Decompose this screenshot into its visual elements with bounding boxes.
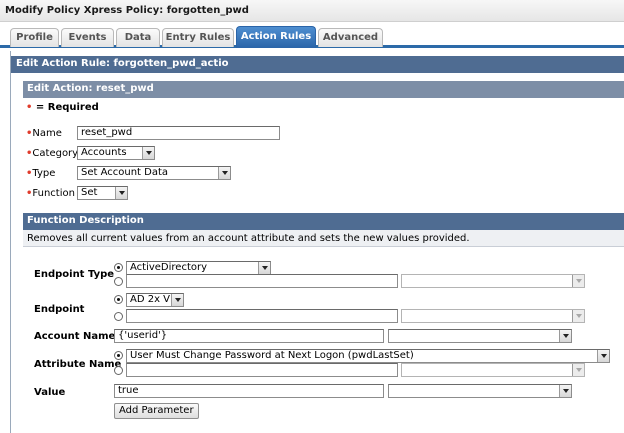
tab-profile[interactable]: Profile [10, 28, 59, 47]
chevron-down-icon [171, 294, 183, 306]
attribute-name-label: Attribute Name [34, 359, 122, 370]
tab-entry-rules[interactable]: Entry Rules [162, 28, 234, 47]
value-attribute-select[interactable] [388, 384, 572, 398]
chevron-down-icon [572, 364, 584, 376]
tab-events[interactable]: Events [61, 28, 114, 47]
endpoint-type-custom-radio[interactable] [114, 277, 123, 286]
window-title: Modify Policy Xpress Policy: forgotten_p… [0, 0, 624, 22]
endpoint-type-value: ActiveDirectory [130, 262, 208, 273]
value-label: Value [34, 387, 66, 398]
edit-action-rule-header: Edit Action Rule: forgotten_pwd_actio [11, 56, 624, 73]
name-label: Name [32, 128, 62, 139]
chevron-down-icon [258, 262, 270, 274]
type-select[interactable]: Set Account Data [77, 166, 231, 180]
category-label: Category [32, 148, 79, 159]
endpoint-type-select[interactable]: ActiveDirectory [126, 261, 271, 275]
endpoint-select[interactable]: AD 2x VM [126, 293, 184, 307]
endpoint-type-select-radio[interactable] [114, 263, 123, 272]
account-name-attribute-select[interactable] [388, 329, 572, 343]
chevron-down-icon [559, 330, 571, 342]
chevron-down-icon [218, 167, 230, 179]
category-label-row: •Category [26, 148, 78, 159]
attribute-name-custom-radio[interactable] [114, 366, 123, 375]
type-value: Set Account Data [81, 167, 169, 178]
endpoint-type-attribute-select[interactable] [401, 274, 585, 288]
chevron-down-icon [559, 385, 571, 397]
type-label: Type [32, 168, 56, 179]
endpoint-type-custom-input[interactable] [126, 274, 398, 288]
category-select[interactable]: Accounts [77, 146, 155, 160]
endpoint-attribute-select[interactable] [401, 309, 585, 323]
attribute-name-select[interactable]: User Must Change Password at Next Logon … [126, 349, 610, 363]
name-label-row: •Name [26, 128, 62, 139]
attribute-name-value: User Must Change Password at Next Logon … [130, 350, 414, 361]
add-parameter-button[interactable]: Add Parameter [114, 403, 199, 419]
function-label-row: •Function [26, 188, 75, 199]
attribute-name-attribute-select[interactable] [401, 363, 585, 377]
function-value: Set [81, 187, 98, 198]
name-input[interactable]: reset_pwd [77, 126, 280, 140]
function-label: Function [32, 188, 75, 199]
chevron-down-icon [572, 310, 584, 322]
endpoint-custom-input[interactable] [126, 309, 398, 323]
tab-data[interactable]: Data [116, 28, 160, 47]
function-description-header: Function Description [23, 213, 624, 230]
tab-action-rules[interactable]: Action Rules [236, 26, 316, 48]
edit-action-header: Edit Action: reset_pwd [23, 81, 624, 98]
tab-advanced[interactable]: Advanced [318, 28, 383, 47]
endpoint-label: Endpoint [34, 304, 85, 315]
account-name-input[interactable]: {'userid'} [114, 329, 384, 343]
endpoint-select-radio[interactable] [114, 295, 123, 304]
type-label-row: •Type [26, 168, 55, 179]
value-input[interactable]: true [114, 384, 384, 398]
chevron-down-icon [572, 275, 584, 287]
category-value: Accounts [81, 147, 127, 158]
account-name-label: Account Name [34, 331, 116, 342]
chevron-down-icon [142, 147, 154, 159]
chevron-down-icon [597, 350, 609, 362]
attribute-name-select-radio[interactable] [114, 351, 123, 360]
function-select[interactable]: Set [77, 186, 128, 200]
tab-bar: Profile Events Data Entry Rules Action R… [0, 26, 624, 48]
action-rule-panel: Edit Action Rule: forgotten_pwd_actio Ed… [10, 51, 624, 433]
attribute-name-custom-input[interactable] [126, 363, 398, 377]
chevron-down-icon [115, 187, 127, 199]
endpoint-custom-radio[interactable] [114, 312, 123, 321]
endpoint-type-label: Endpoint Type [34, 269, 115, 280]
required-legend: • = Required [26, 102, 99, 113]
function-description-text: Removes all current values from an accou… [23, 230, 624, 247]
required-text: = Required [32, 102, 99, 113]
